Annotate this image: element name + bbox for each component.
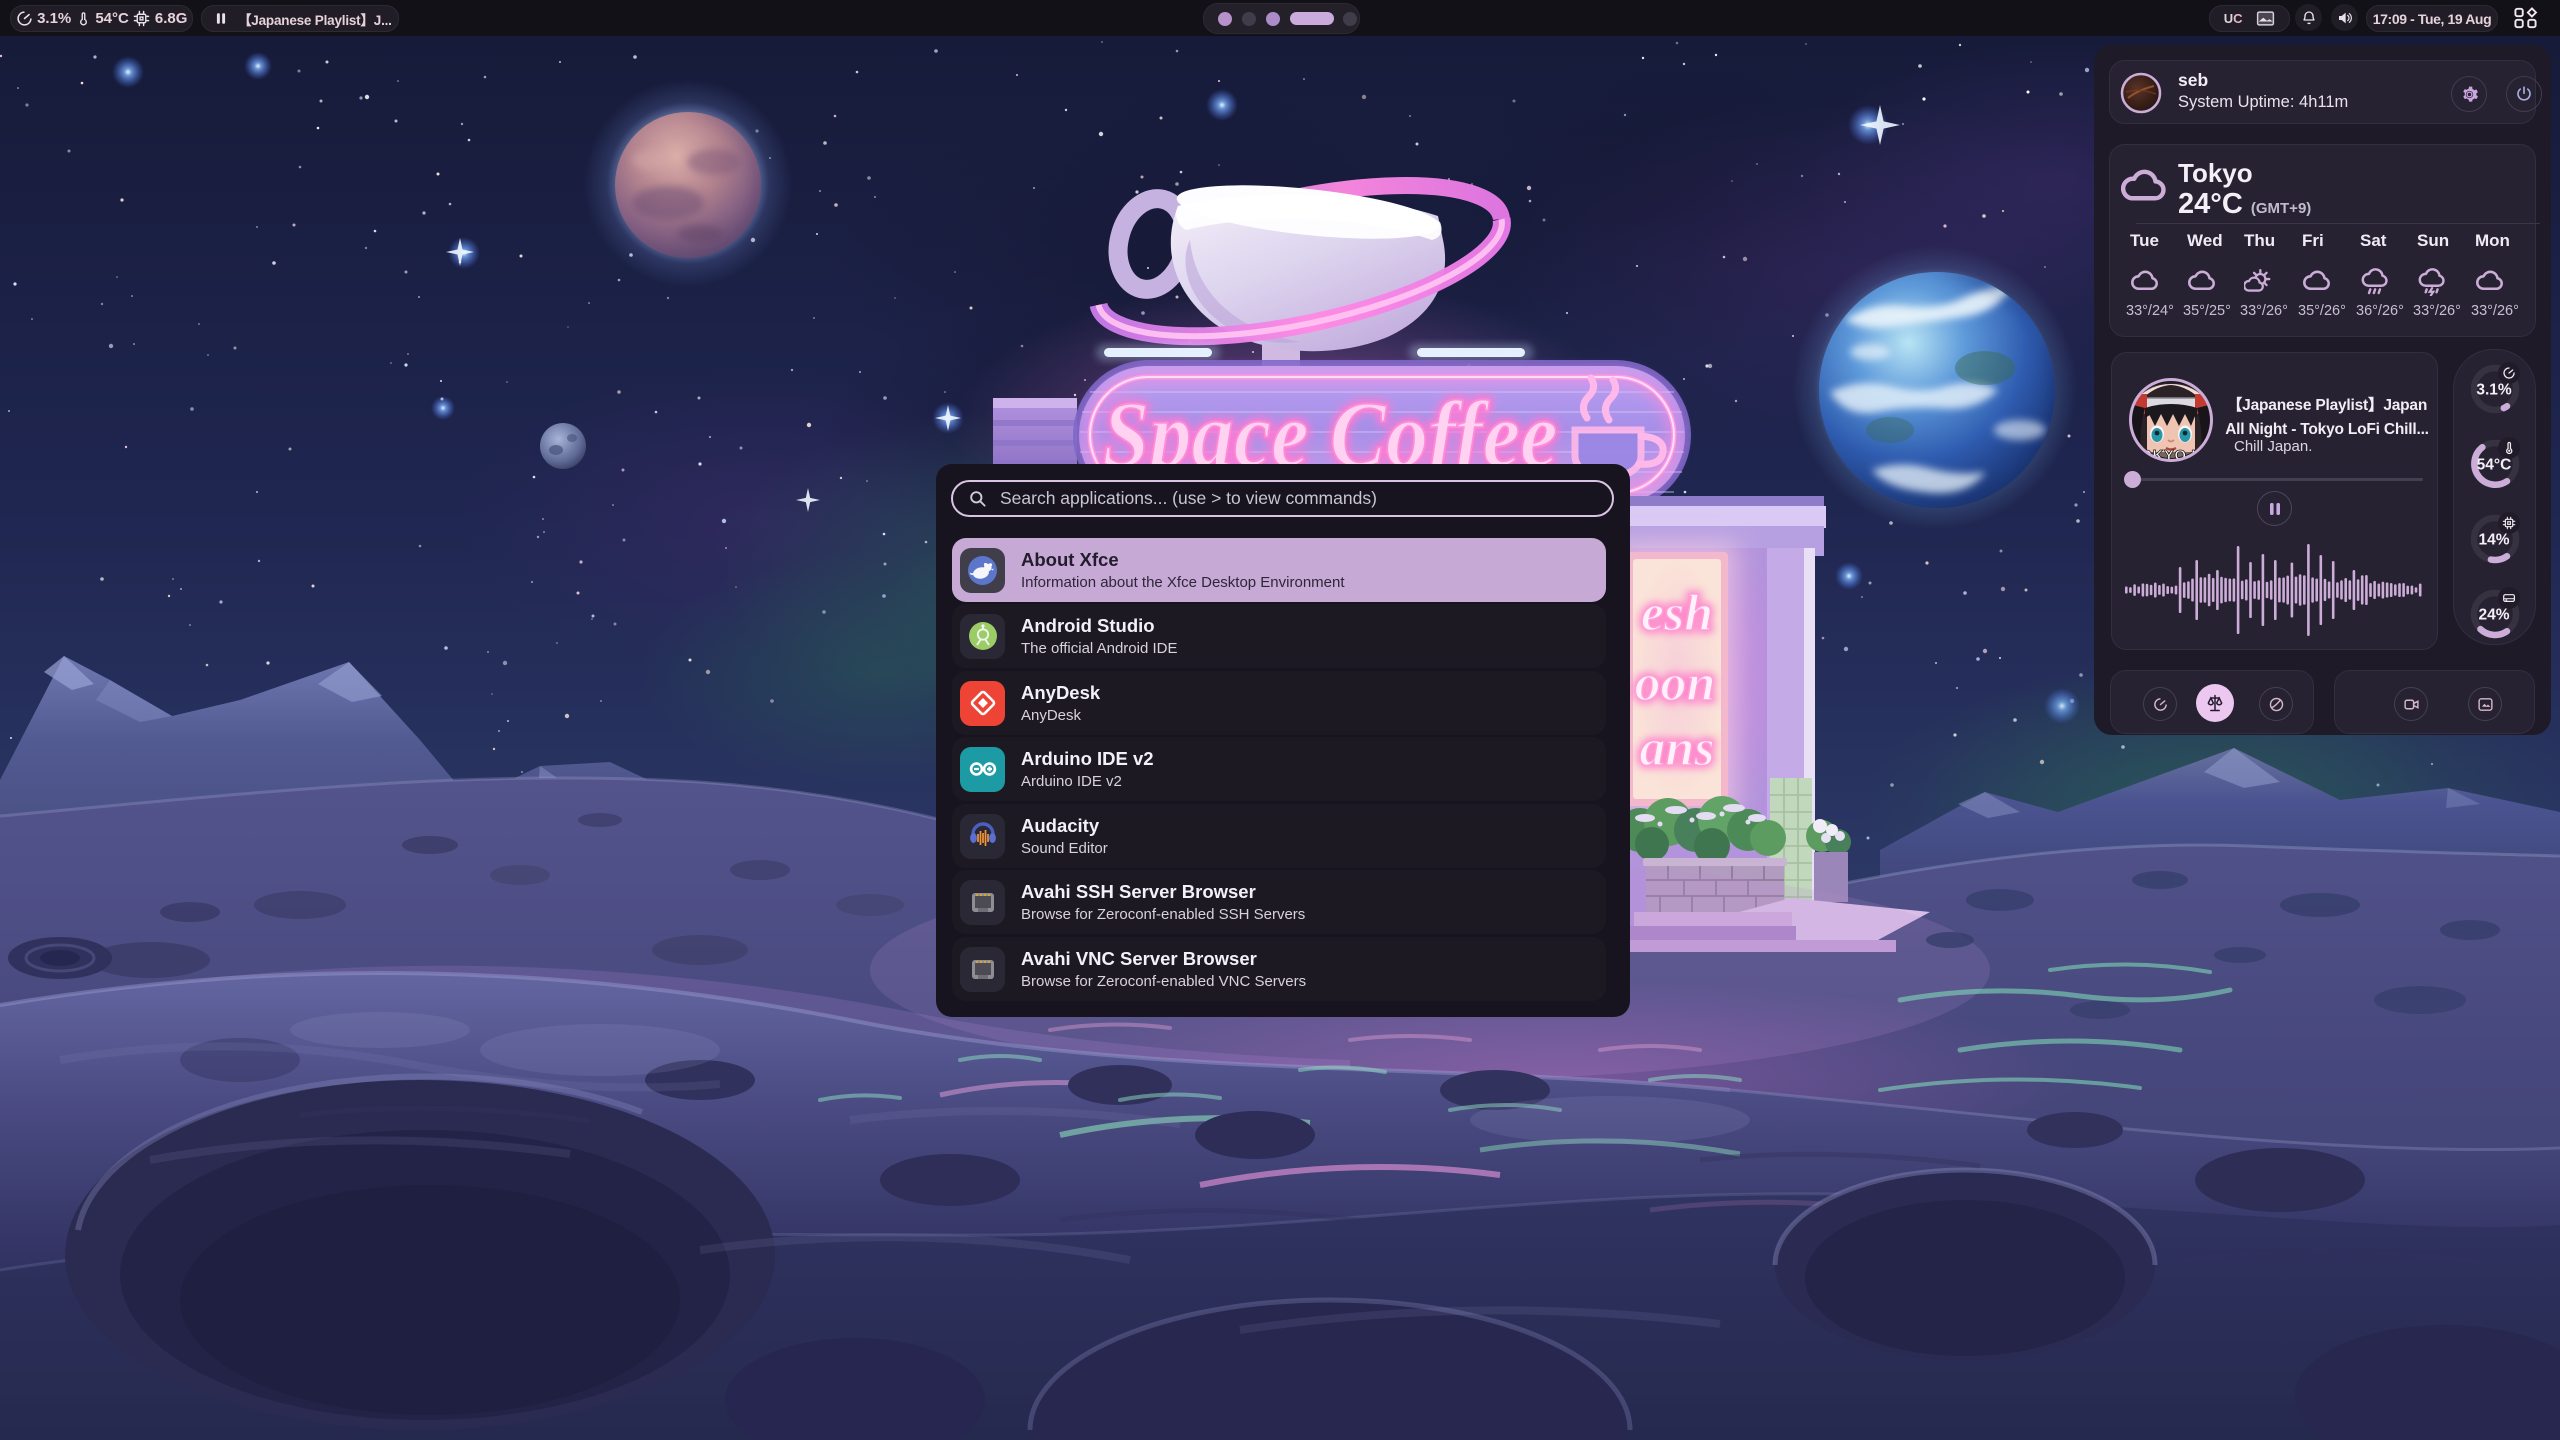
- svg-text:oon: oon: [1635, 655, 1716, 712]
- svg-text:3.1%: 3.1%: [2476, 382, 2512, 399]
- svg-text:54°C: 54°C: [2477, 457, 2512, 474]
- svg-text:24%: 24%: [2478, 607, 2509, 624]
- svg-text:14%: 14%: [2478, 532, 2509, 549]
- svg-text:ans: ans: [1639, 720, 1714, 777]
- svg-text:esh: esh: [1641, 585, 1713, 642]
